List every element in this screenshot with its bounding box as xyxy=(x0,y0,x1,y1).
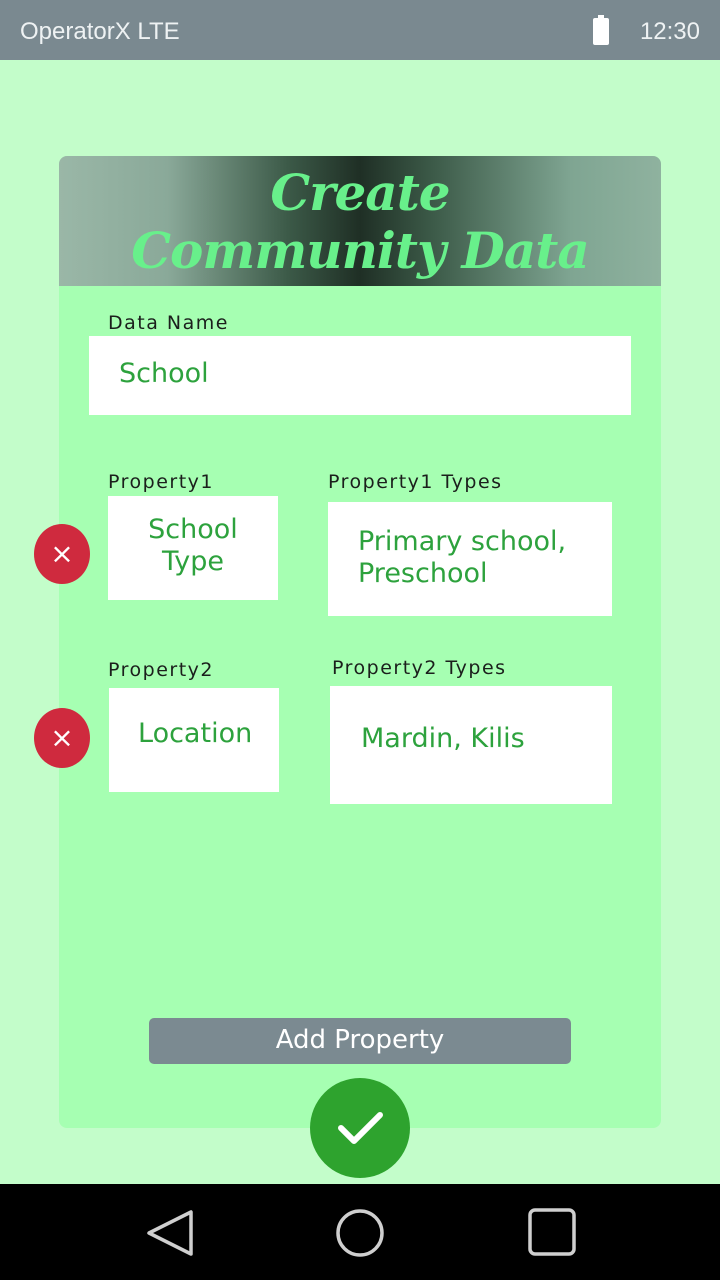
property2-types-label: Property2 Types xyxy=(332,657,507,679)
carrier-name: OperatorX LTE xyxy=(20,18,180,45)
close-icon: × xyxy=(50,721,74,754)
property1-types-line1: Primary school, xyxy=(358,526,567,557)
home-circle-icon[interactable] xyxy=(334,1207,386,1259)
status-bar: OperatorX LTE 12:30 xyxy=(0,0,720,60)
data-name-value: School xyxy=(119,358,209,389)
property2-types-line1: Mardin, Kilis xyxy=(361,723,525,754)
remove-property1-button[interactable]: × xyxy=(34,524,90,584)
create-data-card: Create Community Data xyxy=(59,156,661,1128)
property1-types-input[interactable]: Primary school, Preschool xyxy=(328,502,612,616)
card-title-line2: Community Data xyxy=(131,221,589,280)
property1-name-input[interactable]: School Type xyxy=(108,496,278,600)
property2-label: Property2 xyxy=(108,659,214,681)
clock: 12:30 xyxy=(639,18,700,45)
navigation-bar xyxy=(0,1184,720,1280)
property1-value-line2: Type xyxy=(161,546,224,577)
property1-types-line2: Preschool xyxy=(358,558,488,589)
data-name-label: Data Name xyxy=(108,312,229,334)
add-property-button[interactable]: Add Property xyxy=(149,1018,571,1064)
card-header: Create Community Data xyxy=(59,156,661,286)
remove-property2-button[interactable]: × xyxy=(34,708,90,768)
battery-icon xyxy=(593,15,609,45)
property2-value-line1: Location xyxy=(138,718,253,749)
data-name-input[interactable]: School xyxy=(89,336,631,415)
card-title: Create Community Data xyxy=(59,164,661,280)
confirm-button[interactable] xyxy=(310,1078,410,1178)
back-triangle-icon[interactable] xyxy=(145,1208,195,1258)
property2-name-input[interactable]: Location xyxy=(109,688,279,792)
property1-types-label: Property1 Types xyxy=(328,471,503,493)
property2-types-input[interactable]: Mardin, Kilis xyxy=(330,686,612,804)
checkmark-icon xyxy=(338,1112,383,1144)
card-title-line1: Create xyxy=(270,163,450,222)
property1-label: Property1 xyxy=(108,471,214,493)
close-icon: × xyxy=(50,537,74,570)
property1-value-line1: School xyxy=(148,514,238,545)
recents-square-icon[interactable] xyxy=(527,1207,577,1257)
